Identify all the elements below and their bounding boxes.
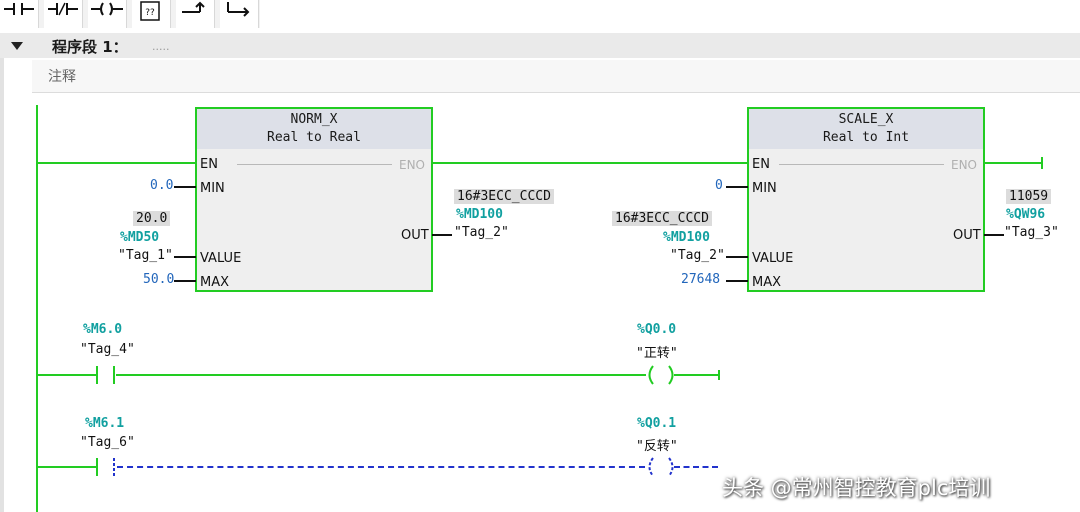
norm-x-pin-min: MIN [200,181,225,196]
rung3-coil-address[interactable]: %Q0.1 [637,416,676,431]
no-contact-icon[interactable] [0,0,39,28]
rung3-coil-icon[interactable] [644,456,678,482]
scale-x-pin-min: MIN [752,181,777,196]
scale-x-internal-line [779,164,944,165]
rung3-contact-address[interactable]: %M6.1 [85,416,124,431]
nc-contact-icon[interactable] [44,0,83,28]
rung2-coil-address[interactable]: %Q0.0 [637,322,676,337]
norm-x-pin-max: MAX [200,275,230,290]
norm-x-value-tag[interactable]: "Tag_1" [118,248,173,263]
network-comment-text: 注释 [48,69,76,85]
close-branch-icon[interactable] [220,0,259,28]
norm-x-pin-value: VALUE [200,251,242,266]
scale-x-out-address[interactable]: %QW96 [1006,207,1045,222]
scale-x-types[interactable]: Real to Int [749,130,983,145]
norm-x-out-monitor: 16#3ECC_CCCD [454,189,554,204]
norm-x-value-monitor: 20.0 [133,211,171,226]
scale-x-out-monitor: 11059 [1006,189,1052,204]
norm-x-block[interactable]: NORM_X Real to Real EN ENO MIN VALUE MAX… [195,107,433,292]
rung3-no-contact-icon[interactable] [95,456,117,482]
norm-x-internal-line [237,164,392,165]
left-power-rail [36,105,38,512]
rung2-contact-tag[interactable]: "Tag_4" [80,342,135,357]
rung1-wire-en [37,162,196,164]
rung2-end-tick [718,370,720,380]
watermark-text: 头条 @常州智控教育plc培训 [722,476,991,500]
rung2-wire-mid [116,374,646,376]
scale-x-pin-eno: ENO [951,158,978,172]
scale-x-value-tag[interactable]: "Tag_2" [670,248,725,263]
scale-x-value-stub [726,256,748,258]
norm-x-types[interactable]: Real to Real [197,130,431,145]
scale-x-name[interactable]: SCALE_X [749,112,983,127]
coil-icon[interactable] [88,0,127,28]
scale-x-max-operand[interactable]: 27648 [681,272,720,287]
norm-x-pin-out: OUT [401,228,429,243]
scale-x-pin-out: OUT [953,228,981,243]
rung3-coil-tag[interactable]: "反转" [636,435,678,454]
rung3-wire-left [37,466,97,468]
rung3-wire-mid [117,466,645,468]
norm-x-min-operand[interactable]: 0.0 [150,178,173,193]
scale-x-value-monitor: 16#3ECC_CCCD [612,211,712,226]
empty-box-icon[interactable]: ?? [132,0,171,28]
rung2-no-contact-icon[interactable] [95,364,117,390]
network-comment[interactable]: 注释 [32,60,1080,93]
rung3-wire-right [674,466,718,468]
open-branch-icon[interactable] [176,0,215,28]
rung2-coil-icon[interactable] [644,364,678,390]
rung2-wire-right [674,374,720,376]
rung1-end-tick [1041,157,1043,169]
scale-x-out-tag[interactable]: "Tag_3" [1004,225,1059,240]
norm-x-name[interactable]: NORM_X [197,112,431,127]
norm-x-value-stub [174,256,196,258]
svg-text:??: ?? [145,8,155,18]
rung1-wire-eno-out [984,162,1042,164]
scale-x-pin-en: EN [752,157,770,172]
rung3-contact-tag[interactable]: "Tag_6" [80,435,135,450]
network-margin [0,58,4,512]
scale-x-max-stub [726,280,748,282]
norm-x-value-address[interactable]: %MD50 [120,230,159,245]
norm-x-pin-eno: ENO [399,158,426,172]
collapse-triangle-icon[interactable] [10,38,24,57]
scale-x-pin-value: VALUE [752,251,794,266]
norm-x-max-operand[interactable]: 50.0 [143,272,174,287]
scale-x-min-stub [726,186,748,188]
network-title: 程序段 1： [52,38,128,56]
scale-x-value-address[interactable]: %MD100 [663,230,710,245]
rung2-contact-address[interactable]: %M6.0 [83,322,122,337]
norm-x-min-stub [174,186,196,188]
scale-x-out-stub [984,234,1004,236]
ladder-toolbar: ?? [0,0,260,28]
rung2-coil-tag[interactable]: "正转" [636,342,678,361]
norm-x-out-tag[interactable]: "Tag_2" [454,225,509,240]
norm-x-max-stub [174,280,196,282]
network-header[interactable]: 程序段 1： ..... [0,33,1080,58]
norm-x-pin-en: EN [200,157,218,172]
scale-x-min-operand[interactable]: 0 [715,178,723,193]
rung1-wire-eno-to-en [431,162,748,164]
scale-x-block[interactable]: SCALE_X Real to Int EN ENO MIN VALUE MAX… [747,107,985,292]
norm-x-out-stub [432,234,452,236]
network-title-comment[interactable]: ..... [152,40,169,53]
rung2-wire-left [37,374,97,376]
scale-x-pin-max: MAX [752,275,782,290]
norm-x-out-address[interactable]: %MD100 [456,207,503,222]
